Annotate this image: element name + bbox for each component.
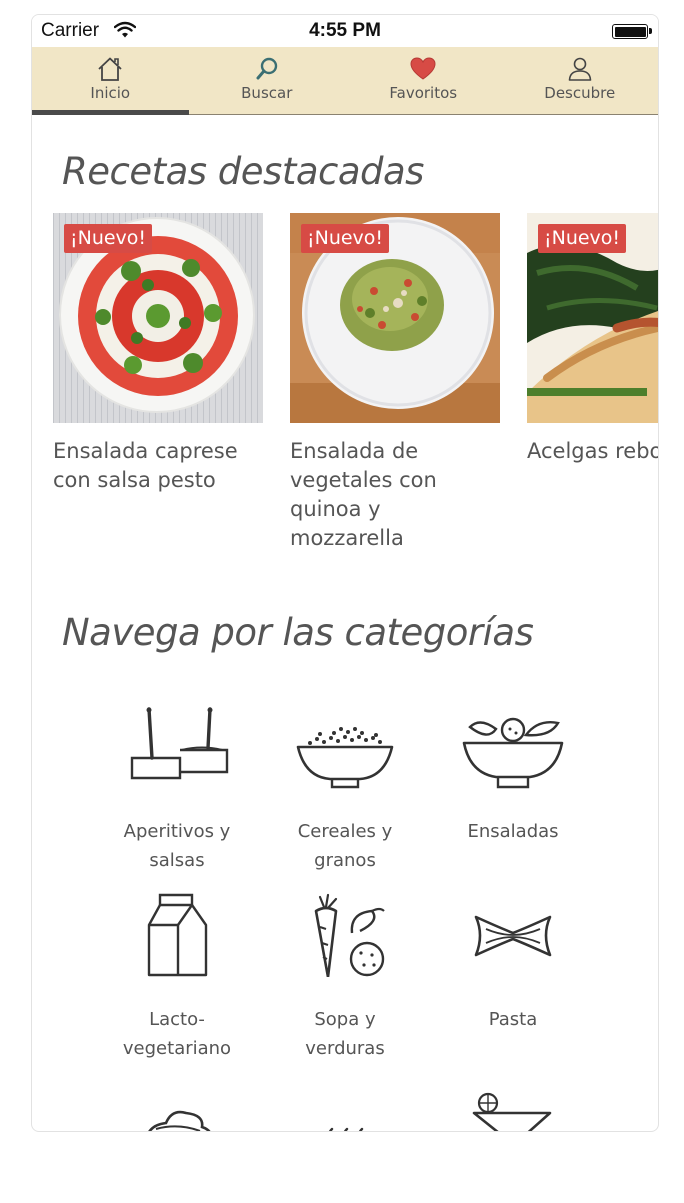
cocktail-icon <box>472 1092 552 1131</box>
vegetables-icon <box>314 893 385 977</box>
search-icon <box>256 57 277 80</box>
category-pasta[interactable]: Pasta <box>428 893 598 1034</box>
featured-title: Recetas destacadas <box>62 150 424 193</box>
category-label: Cereales y granos <box>297 821 393 871</box>
tab-buscar[interactable]: Buscar <box>189 47 346 114</box>
featured-carousel[interactable]: ¡Nuevo! Ensalada caprese con salsa pesto <box>53 213 659 573</box>
home-icon <box>98 57 122 81</box>
new-badge: ¡Nuevo! <box>64 224 153 253</box>
heart-icon <box>410 57 436 80</box>
status-bar: Carrier 4:55 PM <box>32 15 658 47</box>
category-lacto-vegetariano[interactable]: Lacto-vegetariano <box>92 893 262 1063</box>
category-label: Pasta <box>488 1009 538 1030</box>
category-label: Sopa y verduras <box>305 1009 385 1059</box>
recipe-title: Ensalada de vegetales con quinoa y mozza… <box>290 439 437 550</box>
categories-title: Navega por las categorías <box>62 611 534 654</box>
category-bebidas[interactable] <box>428 1081 598 1131</box>
dessert-icon <box>148 1110 211 1131</box>
category-label: Ensaladas <box>467 821 559 842</box>
grain-bowl-icon <box>296 727 394 789</box>
category-label: Lacto-vegetariano <box>122 1009 232 1059</box>
category-aperitivos[interactable]: Aperitivos y salsas <box>92 705 262 875</box>
tab-favoritos[interactable]: Favoritos <box>345 47 502 114</box>
tab-inicio[interactable]: Inicio <box>32 47 189 115</box>
milk-carton-icon <box>147 893 208 977</box>
clock: 4:55 PM <box>309 20 381 41</box>
recipe-title: Ensalada caprese con salsa pesto <box>53 439 238 492</box>
category-ensaladas[interactable]: Ensaladas <box>428 705 598 846</box>
category-caliente[interactable] <box>260 1081 430 1131</box>
recipe-card[interactable]: ¡Nuevo! Ensalada caprese con salsa pesto <box>53 213 263 495</box>
recipe-title: Acelgas rebo con salsa de <box>527 439 659 463</box>
tab-label: Inicio <box>90 84 131 102</box>
recipe-photo: ¡Nuevo! <box>527 213 658 423</box>
skewers-icon <box>130 707 229 780</box>
recipe-card[interactable]: ¡Nuevo! Ensalada de vegetales con quinoa… <box>290 213 500 553</box>
new-badge: ¡Nuevo! <box>538 224 627 253</box>
phone-screen: Carrier 4:55 PM Inicio Buscar Favoritos … <box>31 14 659 1132</box>
tab-label: Buscar <box>241 84 293 102</box>
bowtie-pasta-icon <box>474 915 552 957</box>
category-label: Aperitivos y salsas <box>123 821 231 871</box>
steam-icon <box>328 1127 364 1131</box>
tab-label: Favoritos <box>389 84 458 102</box>
battery-icon <box>612 24 652 39</box>
new-badge: ¡Nuevo! <box>301 224 390 253</box>
recipe-card[interactable]: ¡Nuevo! Acelgas rebo con salsa de <box>527 213 659 466</box>
tab-label: Descubre <box>544 84 616 102</box>
salad-bowl-icon <box>462 717 564 789</box>
recipe-photo: ¡Nuevo! <box>53 213 263 423</box>
tab-descubre[interactable]: Descubre <box>502 47 659 114</box>
category-cereales[interactable]: Cereales y granos <box>260 705 430 875</box>
category-postres[interactable] <box>92 1081 262 1131</box>
tab-bar: Inicio Buscar Favoritos Descubre <box>32 47 658 115</box>
recipe-photo: ¡Nuevo! <box>290 213 500 423</box>
person-icon <box>568 57 592 81</box>
category-sopa-verduras[interactable]: Sopa y verduras <box>260 893 430 1063</box>
